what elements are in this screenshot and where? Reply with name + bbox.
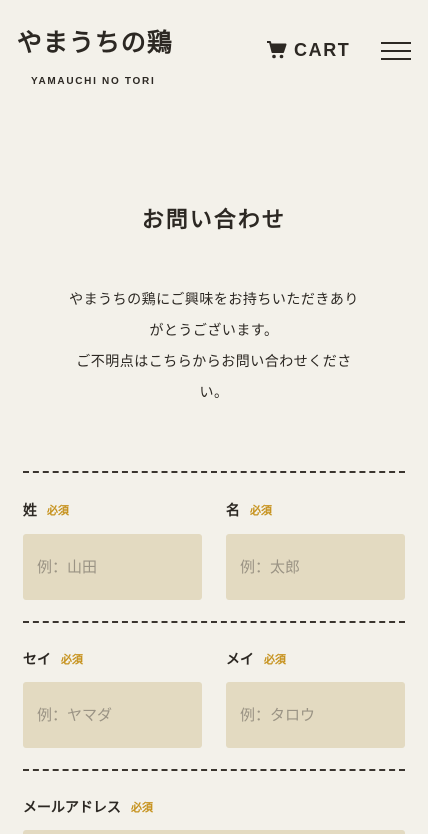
logo-subtitle: YAMAUCHI NO TORI — [31, 76, 156, 87]
intro-line: がとうございます。 — [149, 323, 279, 339]
required-badge: 必須 — [250, 504, 272, 517]
field-label-text: メイ — [226, 652, 254, 668]
dashed-divider — [23, 621, 405, 623]
page-title: お問い合わせ — [141, 206, 286, 233]
cart-link[interactable]: CART — [266, 38, 350, 62]
menu-line-icon — [381, 50, 411, 52]
dashed-divider — [23, 471, 405, 473]
cart-label: CART — [294, 39, 351, 60]
field-label-text: セイ — [23, 652, 51, 668]
site-header: やまうちの鶏 YAMAUCHI NO TORI CART — [0, 0, 428, 104]
required-badge: 必須 — [47, 504, 69, 517]
email-label: メールアドレス 必須 — [23, 797, 153, 817]
required-badge: 必須 — [61, 653, 83, 666]
last-name-label: 姓 必須 — [23, 500, 69, 520]
last-name-kana-input[interactable] — [23, 682, 202, 748]
hamburger-menu-button[interactable] — [381, 40, 411, 62]
field-label-text: メールアドレス — [23, 800, 121, 816]
intro-line: い。 — [199, 385, 229, 401]
menu-line-icon — [381, 58, 411, 60]
required-badge: 必須 — [131, 801, 153, 814]
email-input[interactable] — [23, 830, 405, 834]
first-name-kana-label: メイ 必須 — [226, 649, 286, 669]
intro-text: やまうちの鶏にご興味をお持ちいただきあり がとうございます。 ご不明点はこちらか… — [40, 285, 388, 409]
last-name-input[interactable] — [23, 534, 202, 600]
contact-page: やまうちの鶏 YAMAUCHI NO TORI CART お問い合わせ やまうち… — [0, 0, 428, 834]
logo-title[interactable]: やまうちの鶏 — [17, 28, 173, 58]
required-badge: 必須 — [264, 653, 286, 666]
first-name-kana-input[interactable] — [226, 682, 405, 748]
intro-line: ご不明点はこちらからお問い合わせくださ — [76, 354, 352, 370]
first-name-label: 名 必須 — [226, 500, 272, 520]
field-label-text: 姓 — [23, 503, 37, 519]
last-name-kana-label: セイ 必須 — [23, 649, 83, 669]
cart-icon — [267, 41, 287, 59]
field-label-text: 名 — [226, 503, 240, 519]
dashed-divider — [23, 769, 405, 771]
first-name-input[interactable] — [226, 534, 405, 600]
intro-line: やまうちの鶏にご興味をお持ちいただきあり — [69, 292, 359, 308]
menu-line-icon — [381, 42, 411, 44]
